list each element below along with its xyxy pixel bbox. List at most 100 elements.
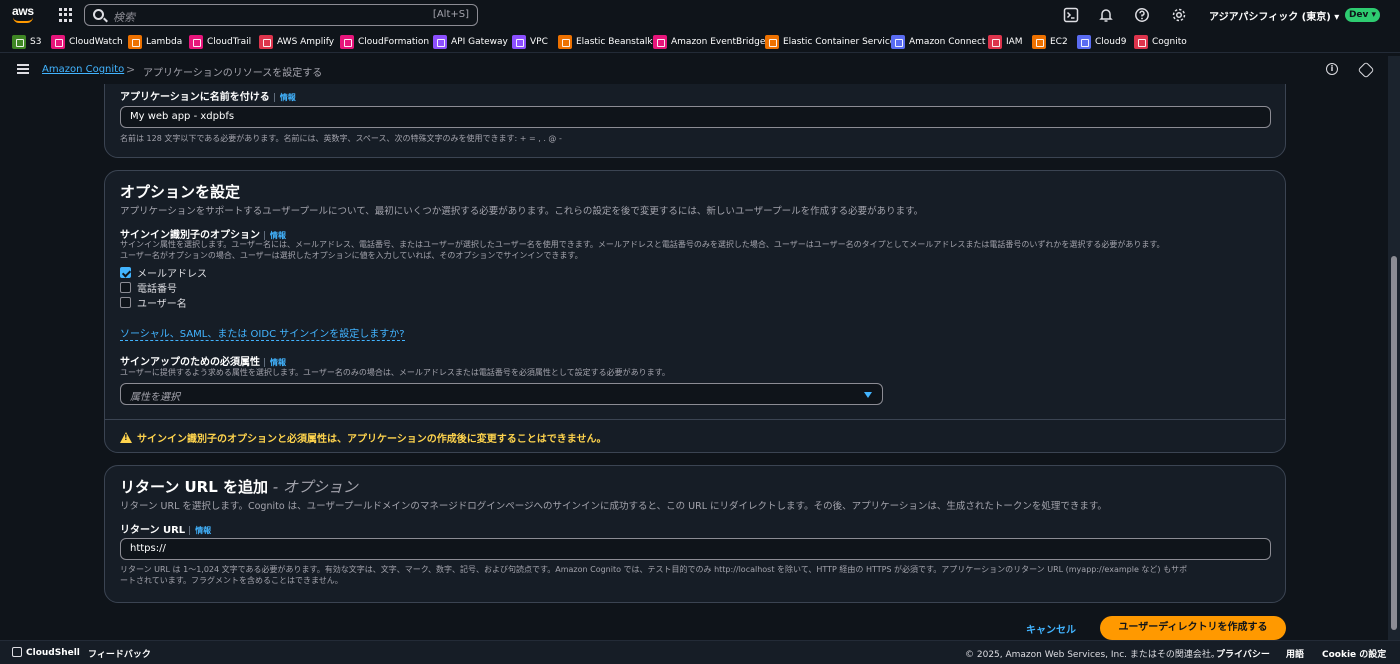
privacy-link[interactable]: プライバシー: [1216, 647, 1270, 660]
return-url-help-2: ートされています。フラグメントを含めることはできません。: [120, 576, 343, 585]
cloudshell-button[interactable]: CloudShell: [12, 647, 80, 658]
checkbox-phone[interactable]: 電話番号: [120, 281, 177, 295]
settings-gear-icon[interactable]: [1171, 7, 1187, 23]
app-name-input[interactable]: My web app - xdpbfs: [120, 106, 1271, 128]
checkbox-unchecked-icon[interactable]: [120, 296, 131, 308]
cloudtrail-icon: [189, 34, 203, 49]
scrollbar-thumb[interactable]: [1391, 256, 1397, 630]
favorite-cloudformation[interactable]: CloudFormation: [340, 34, 429, 49]
feedback-link[interactable]: フィードバック: [88, 647, 151, 660]
signup-attributes-label: サインアップのための必須属性 情報: [120, 357, 286, 368]
ec2-icon: [1032, 34, 1046, 49]
favorite-ec2[interactable]: EC2: [1032, 34, 1068, 49]
checkbox-username[interactable]: ユーザー名: [120, 296, 187, 310]
favorite-elastic-beanstalk[interactable]: Elastic Beanstalk: [558, 34, 653, 49]
s3-icon: [12, 34, 26, 49]
favorite-vpc[interactable]: VPC: [512, 34, 548, 49]
options-card: オプションを設定 アプリケーションをサポートするユーザープールについて、最初にい…: [104, 170, 1286, 453]
search-shortcut: [Alt+S]: [432, 9, 469, 20]
favorite-connect[interactable]: Amazon Connect: [891, 34, 985, 49]
favorites-bar: S3 CloudWatch Lambda CloudTrail AWS Ampl…: [0, 30, 1400, 53]
iam-icon: [988, 34, 1002, 49]
services-menu-icon[interactable]: [59, 8, 73, 22]
breadcrumb-bar: Amazon Cognito > アプリケーションのリソースを設定する i: [0, 56, 1388, 84]
favorite-cloudwatch[interactable]: CloudWatch: [51, 34, 123, 49]
return-url-card: リターン URL を追加 - オプション リターン URL を選択します。Cog…: [104, 465, 1286, 603]
favorite-amplify[interactable]: AWS Amplify: [259, 34, 334, 49]
bell-icon[interactable]: [1098, 7, 1114, 23]
warning-alert: サインイン識別子のオプションと必須属性は、アプリケーションの作成後に変更すること…: [120, 430, 607, 445]
page-scrollbar[interactable]: [1388, 56, 1400, 640]
options-description: アプリケーションをサポートするユーザープールについて、最初にいくつか選択する必要…: [120, 206, 924, 217]
signup-help: ユーザーに提供するよう求める属性を選択します。ユーザー名のみの場合は、メールアド…: [120, 368, 670, 377]
cloud9-icon: [1077, 34, 1091, 49]
app-name-help: 名前は 128 文字以下である必要があります。名前には、英数字、スペース、次の特…: [120, 134, 562, 143]
checkbox-checked-icon[interactable]: [120, 266, 131, 278]
favorite-cloudtrail[interactable]: CloudTrail: [189, 34, 251, 49]
favorite-s3[interactable]: S3: [12, 34, 41, 49]
divider: [105, 419, 1285, 420]
aws-logo[interactable]: aws: [12, 5, 36, 25]
return-url-title: リターン URL を追加 - オプション: [120, 478, 358, 496]
amplify-icon: [259, 34, 273, 49]
signin-help-1: サインイン属性を選択します。ユーザー名には、メールアドレス、電話番号、またはユー…: [120, 240, 1165, 249]
checkbox-unchecked-icon[interactable]: [120, 281, 131, 293]
cancel-button[interactable]: キャンセル: [1026, 621, 1076, 636]
lambda-icon: [128, 34, 142, 49]
cloudwatch-icon: [51, 34, 65, 49]
breadcrumb-current: アプリケーションのリソースを設定する: [143, 68, 323, 79]
create-user-directory-button[interactable]: ユーザーディレクトリを作成する: [1100, 616, 1286, 640]
checkbox-email[interactable]: メールアドレス: [120, 266, 207, 280]
return-url-description: リターン URL を選択します。Cognito は、ユーザープールドメインのマネ…: [120, 501, 1107, 512]
social-saml-oidc-link[interactable]: ソーシャル、SAML、または OIDC サインインを設定しますか?: [120, 325, 405, 341]
breadcrumb-link-cognito[interactable]: Amazon Cognito: [42, 64, 124, 75]
app-name-info-link[interactable]: 情報: [273, 93, 296, 102]
app-name-card: アプリケーションに名前を付ける 情報 My web app - xdpbfs 名前…: [104, 84, 1286, 158]
return-url-input[interactable]: https://: [120, 538, 1271, 560]
cloudshell-icon[interactable]: [1063, 7, 1079, 23]
favorite-ecs[interactable]: Elastic Container Service: [765, 34, 895, 49]
favorite-api-gateway[interactable]: API Gateway: [433, 34, 508, 49]
ecs-icon: [765, 34, 779, 49]
favorite-lambda[interactable]: Lambda: [128, 34, 182, 49]
eventbridge-icon: [653, 34, 667, 49]
app-name-label: アプリケーションに名前を付ける 情報: [120, 92, 296, 103]
return-url-help-1: リターン URL は 1〜1,024 文字である必要があります。有効な文字は、文…: [120, 565, 1188, 574]
info-icon[interactable]: i: [1326, 63, 1338, 75]
api-gateway-icon: [433, 34, 447, 49]
elastic-beanstalk-icon: [558, 34, 572, 49]
options-title: オプションを設定: [120, 183, 241, 201]
aws-smile-icon: [13, 17, 33, 23]
copyright-text: © 2025, Amazon Web Services, Inc. またはその関…: [965, 650, 1220, 660]
connect-icon: [891, 34, 905, 49]
console-footer: CloudShell フィードバック © 2025, Amazon Web Se…: [0, 640, 1400, 664]
caret-down-icon: [864, 392, 872, 398]
search-placeholder: 検索: [113, 11, 135, 24]
favorite-eventbridge[interactable]: Amazon EventBridge: [653, 34, 765, 49]
cloudformation-icon: [340, 34, 354, 49]
return-url-label: リターン URL 情報: [120, 525, 212, 536]
terms-link[interactable]: 用語: [1286, 647, 1304, 660]
account-badge[interactable]: Dev ▾: [1345, 8, 1380, 22]
favorite-cloud9[interactable]: Cloud9: [1077, 34, 1126, 49]
help-icon[interactable]: [1134, 7, 1150, 23]
signin-help-2: ユーザー名がオプションの場合、ユーザーは選択したオプションに値を入力していれば、…: [120, 251, 583, 260]
breadcrumb-separator: >: [126, 63, 136, 76]
cloudshell-icon: [12, 647, 22, 657]
warning-icon: [120, 432, 132, 443]
region-selector[interactable]: アジアパシフィック (東京) ▾: [1209, 8, 1339, 23]
signup-info-link[interactable]: 情報: [264, 358, 286, 367]
aws-logo-text: aws: [12, 4, 34, 18]
main-content: アプリケーションに名前を付ける 情報 My web app - xdpbfs 名前…: [0, 84, 1388, 640]
cognito-icon: [1134, 34, 1148, 49]
menu-hamburger-icon[interactable]: [17, 64, 29, 74]
preferences-icon[interactable]: [1357, 61, 1375, 79]
attribute-select[interactable]: 属性を選択: [120, 383, 883, 405]
vpc-icon: [512, 34, 526, 49]
search-icon: [93, 9, 104, 20]
favorite-iam[interactable]: IAM: [988, 34, 1023, 49]
search-input[interactable]: 検索 [Alt+S]: [84, 4, 478, 26]
return-url-info-link[interactable]: 情報: [189, 526, 212, 535]
cookie-settings-link[interactable]: Cookie の設定: [1322, 647, 1386, 660]
favorite-cognito[interactable]: Cognito: [1134, 34, 1187, 49]
